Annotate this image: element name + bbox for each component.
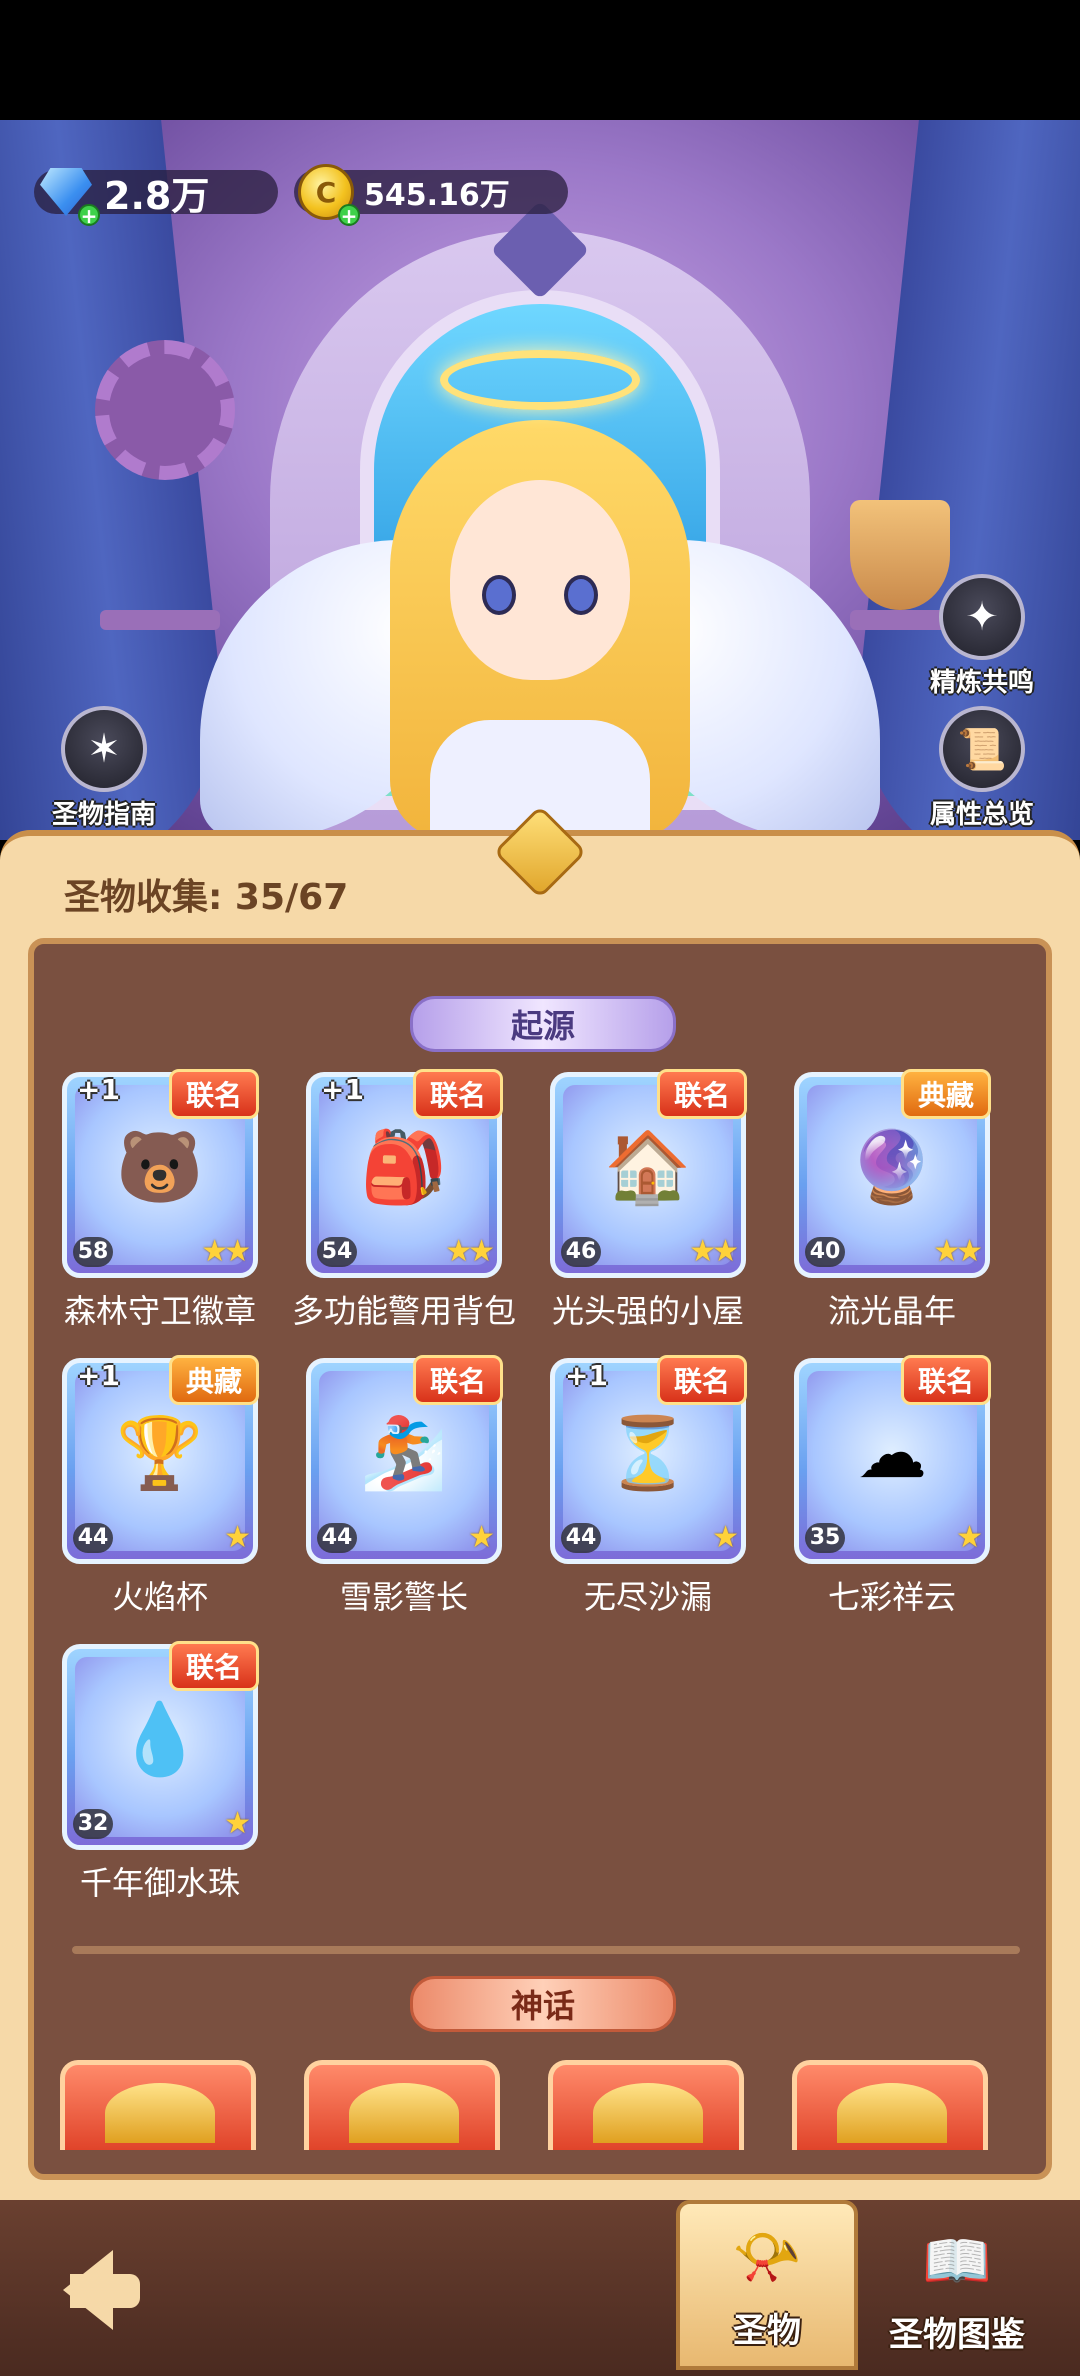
halo bbox=[440, 350, 640, 410]
relic-card[interactable]: 🏠 联名 46 ★★ bbox=[550, 1069, 747, 1278]
snowboard-sheriff-icon: 🏂 bbox=[360, 1411, 448, 1494]
level-badge: 35 bbox=[805, 1523, 845, 1553]
add-coins-icon[interactable]: + bbox=[338, 204, 360, 226]
cabin-icon: 🏠 bbox=[604, 1125, 692, 1208]
myth-relic-card[interactable] bbox=[792, 2060, 988, 2150]
rarity-badge: 联名 bbox=[412, 1355, 503, 1405]
coin-amount: 545.16万 bbox=[364, 178, 510, 213]
relic-name: 七彩祥云 bbox=[827, 1578, 956, 1616]
status-bar bbox=[0, 0, 1080, 120]
rarity-badge: 联名 bbox=[656, 1355, 747, 1405]
relic-name: 光头强的小屋 bbox=[551, 1292, 744, 1330]
guide-icon: ✶ bbox=[61, 706, 147, 792]
coin-counter[interactable]: 545.16万 C + bbox=[294, 164, 568, 226]
star-compass-icon: ✦ bbox=[939, 574, 1025, 660]
relic-card[interactable]: 🏂 联名 44 ★ bbox=[306, 1355, 503, 1564]
myth-relic-card[interactable] bbox=[304, 2060, 500, 2150]
level-badge: 32 bbox=[73, 1809, 113, 1839]
refine-resonance-button[interactable]: ✦ 精炼共鸣 bbox=[922, 574, 1042, 699]
panel-ornament bbox=[470, 805, 610, 899]
add-gems-icon[interactable]: + bbox=[78, 204, 100, 226]
section-origin-header: 起源 bbox=[410, 996, 676, 1052]
collection-progress: 圣物收集: 35/67 bbox=[64, 877, 349, 918]
relic-list[interactable]: 起源 🐻 +1 联名 58 ★★ 森林守卫徽章 🎒 +1 联名 54 ★★ 多功能警用背包 🏠 联名 46 ★… bbox=[28, 938, 1052, 2180]
star-rating: ★ bbox=[712, 1520, 739, 1555]
tab-relics[interactable]: 📯 圣物 bbox=[676, 2200, 858, 2370]
relic-card[interactable]: 🎒 +1 联名 54 ★★ bbox=[306, 1069, 503, 1278]
level-badge: 46 bbox=[561, 1237, 601, 1267]
upgrade-indicator: +1 bbox=[77, 1359, 120, 1392]
upgrade-indicator: +1 bbox=[321, 1073, 364, 1106]
rarity-badge: 联名 bbox=[168, 1641, 259, 1691]
book-icon: 📖 bbox=[922, 2229, 992, 2294]
rarity-badge: 典藏 bbox=[168, 1355, 259, 1405]
angel-eye-right bbox=[564, 575, 598, 615]
water-orb-icon: 💧 bbox=[116, 1697, 204, 1780]
level-badge: 44 bbox=[317, 1523, 357, 1553]
section-myth-header: 神话 bbox=[410, 1976, 676, 2032]
relic-card[interactable]: 🐻 +1 联名 58 ★★ bbox=[62, 1069, 259, 1278]
relic-name: 森林守卫徽章 bbox=[63, 1292, 256, 1330]
star-rating: ★ bbox=[468, 1520, 495, 1555]
rarity-badge: 联名 bbox=[656, 1069, 747, 1119]
gem-icon: + bbox=[34, 160, 100, 226]
level-badge: 58 bbox=[73, 1237, 113, 1267]
gear-decoration bbox=[95, 340, 235, 480]
star-rating: ★★ bbox=[201, 1234, 251, 1269]
myth-relic-card[interactable] bbox=[60, 2060, 256, 2150]
level-badge: 40 bbox=[805, 1237, 845, 1267]
section-divider bbox=[72, 1946, 1020, 1954]
attribute-overview-button[interactable]: 📜 属性总览 bbox=[922, 706, 1042, 831]
crystal-ball-icon: 🔮 bbox=[848, 1125, 936, 1208]
relic-name: 无尽沙漏 bbox=[583, 1578, 712, 1616]
relic-name: 多功能警用背包 bbox=[291, 1292, 516, 1330]
shelf-left bbox=[100, 610, 220, 630]
angel-face bbox=[450, 480, 630, 680]
rarity-badge: 联名 bbox=[412, 1069, 503, 1119]
hourglass-icon: ⏳ bbox=[604, 1411, 692, 1494]
back-arrow-shaft bbox=[70, 2274, 140, 2308]
myth-relic-card[interactable] bbox=[548, 2060, 744, 2150]
rarity-badge: 联名 bbox=[900, 1355, 991, 1405]
upgrade-indicator: +1 bbox=[77, 1073, 120, 1106]
star-rating: ★★ bbox=[689, 1234, 739, 1269]
tab-relic-codex[interactable]: 📖 圣物图鉴 bbox=[866, 2200, 1048, 2370]
relic-card[interactable]: 🔮 典藏 40 ★★ bbox=[794, 1069, 991, 1278]
level-badge: 44 bbox=[561, 1523, 601, 1553]
relic-name: 雪影警长 bbox=[339, 1578, 468, 1616]
rarity-badge: 联名 bbox=[168, 1069, 259, 1119]
relic-name: 千年御水珠 bbox=[79, 1864, 240, 1902]
rainbow-cloud-icon: ☁ bbox=[857, 1412, 927, 1494]
relic-name: 流光晶年 bbox=[827, 1292, 956, 1330]
upgrade-indicator: +1 bbox=[565, 1359, 608, 1392]
coin-icon: C + bbox=[294, 160, 360, 226]
relic-guide-button[interactable]: ✶ 圣物指南 bbox=[44, 706, 164, 831]
star-rating: ★ bbox=[224, 1520, 251, 1555]
star-rating: ★★ bbox=[445, 1234, 495, 1269]
star-rating: ★★ bbox=[933, 1234, 983, 1269]
police-backpack-icon: 🎒 bbox=[360, 1125, 448, 1208]
horn-icon: 📯 bbox=[732, 2225, 802, 2290]
angel-eye-left bbox=[482, 575, 516, 615]
gem-amount: 2.8万 bbox=[104, 173, 210, 218]
relic-card[interactable]: 💧 联名 32 ★ bbox=[62, 1641, 259, 1850]
trophy-icon: 🏆 bbox=[116, 1411, 204, 1494]
scroll-icon: 📜 bbox=[939, 706, 1025, 792]
level-badge: 44 bbox=[73, 1523, 113, 1553]
relic-name: 火焰杯 bbox=[111, 1578, 208, 1616]
relic-card[interactable]: ⏳ +1 联名 44 ★ bbox=[550, 1355, 747, 1564]
bear-badge-icon: 🐻 bbox=[116, 1125, 204, 1208]
level-badge: 54 bbox=[317, 1237, 357, 1267]
star-rating: ★ bbox=[224, 1806, 251, 1841]
star-rating: ★ bbox=[956, 1520, 983, 1555]
relic-card[interactable]: 🏆 +1 典藏 44 ★ bbox=[62, 1355, 259, 1564]
gem-counter[interactable]: 2.8万 + bbox=[34, 168, 278, 226]
relic-card[interactable]: ☁ 联名 35 ★ bbox=[794, 1355, 991, 1564]
rarity-badge: 典藏 bbox=[900, 1069, 991, 1119]
